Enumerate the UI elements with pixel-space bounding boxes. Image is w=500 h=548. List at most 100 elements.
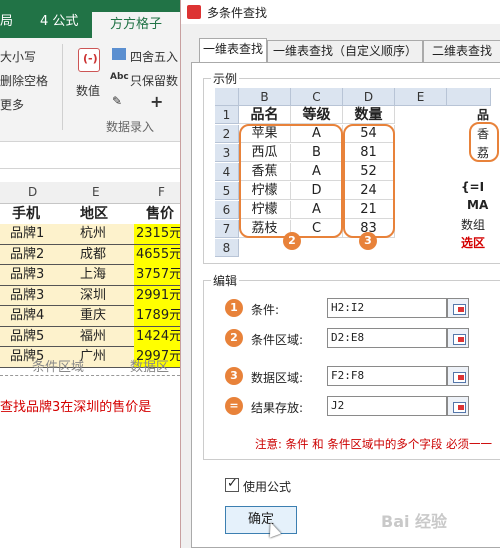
ribbon-tabs: 局 4 公式 方方格子	[0, 0, 180, 38]
grid-col-header: C	[291, 88, 343, 106]
title-bar[interactable]: 多条件查找	[181, 0, 500, 24]
dialog-title: 多条件查找	[207, 6, 268, 20]
sheet-row: 品牌3 上海 3757元	[0, 265, 180, 286]
field-label: 数据区域:	[251, 371, 304, 385]
clipped-example-text: 品	[477, 108, 490, 122]
multi-condition-lookup-dialog: 多条件查找 一维表查找 一维表查找（自定义顺序） 二维表查找 示例 BCDE12…	[180, 0, 500, 548]
tab-formulas[interactable]: 4 公式	[40, 10, 78, 29]
tab-1d-lookup-custom[interactable]: 一维表查找（自定义顺序）	[267, 40, 423, 62]
plus-icon[interactable]: +	[150, 92, 163, 111]
sheet-row: 品牌4 重庆 1789元	[0, 306, 180, 327]
cell-price[interactable]: 1424元	[134, 326, 180, 347]
data-area-highlight	[343, 124, 395, 238]
cell-phone[interactable]: 品牌2	[10, 245, 66, 265]
cell-region[interactable]: 杭州	[80, 224, 130, 244]
round-button[interactable]: 四舍五入	[130, 48, 178, 65]
grid-corner	[215, 88, 239, 106]
grid-header-cell: 品名	[239, 106, 291, 124]
field-label: 条件区域:	[251, 333, 304, 347]
grid-header-cell: 数量	[343, 106, 395, 124]
grid-header-cell: 等级	[291, 106, 343, 124]
range-picker-icon[interactable]	[447, 366, 469, 386]
range-input[interactable]: H2:I2	[327, 298, 447, 318]
footer-data-area: 数据区	[130, 360, 170, 375]
field-label: 结果存放:	[251, 401, 304, 415]
column-header-e[interactable]: E	[92, 185, 100, 199]
condition-area-highlight	[239, 124, 343, 238]
header-phone[interactable]: 手机	[12, 204, 40, 224]
column-header-f[interactable]: F	[158, 185, 165, 199]
footer-condition-area: 条件区域	[32, 360, 85, 375]
badge-2: 2	[283, 232, 301, 250]
case-button[interactable]: 大小写	[0, 48, 36, 65]
field-badge: 3	[225, 367, 243, 385]
sheet-header-row: 手机 地区 售价	[0, 204, 180, 225]
clipped-example-text: 荔	[477, 146, 490, 160]
tab-fangfang[interactable]: 方方格子	[92, 12, 180, 38]
grid-row-number: 2	[215, 125, 239, 143]
group-label-data-entry: 数据录入	[106, 120, 155, 134]
trim-space-button[interactable]: 删除空格	[0, 72, 48, 89]
tab-home[interactable]: 局	[0, 10, 13, 29]
ribbon-divider	[62, 44, 63, 130]
cell-phone[interactable]: 品牌3	[10, 286, 66, 306]
header-region[interactable]: 地区	[80, 204, 108, 224]
field-badge: =	[225, 397, 243, 415]
ok-button[interactable]: 确定	[225, 506, 297, 534]
range-picker-icon[interactable]	[447, 396, 469, 416]
grid-row-number: 6	[215, 201, 239, 219]
grid-col-header: B	[239, 88, 291, 106]
keep-number-button[interactable]: 只保留数	[130, 72, 178, 89]
field-badge: 1	[225, 299, 243, 317]
cell-price[interactable]: 1789元	[134, 306, 180, 326]
numeric-button[interactable]: 数值	[76, 82, 100, 99]
cell-region[interactable]: 重庆	[80, 306, 130, 326]
round-icon	[112, 48, 126, 60]
range-input[interactable]: F2:F8	[327, 366, 447, 386]
ribbon-body: 大小写 删除空格 更多 (-) 数值 四舍五入 Abc 只保留数 ✎ + 数据录…	[0, 38, 180, 142]
cell-phone[interactable]: 品牌3	[10, 265, 66, 285]
app-icon	[187, 5, 201, 19]
use-formula-checkbox[interactable]: ✓	[225, 476, 239, 492]
header-price[interactable]: 售价	[146, 204, 174, 224]
field-label: 条件:	[251, 303, 280, 317]
grid-row-number: 5	[215, 182, 239, 200]
badge-3: 3	[359, 232, 377, 250]
keep-number-icon: Abc	[110, 72, 129, 82]
range-input[interactable]: J2	[327, 396, 447, 416]
grid-row-number: 7	[215, 220, 239, 238]
cell-phone[interactable]: 品牌1	[10, 224, 66, 244]
sheet-row: 品牌5 福州 1424元	[0, 326, 180, 347]
cell-price[interactable]: 4655元	[134, 244, 180, 265]
tab-1d-lookup[interactable]: 一维表查找	[199, 38, 267, 62]
more-button[interactable]: 更多	[0, 96, 24, 113]
sheet-footer-row: 条件区域 数据区	[0, 354, 180, 376]
edit-icon[interactable]: ✎	[112, 94, 122, 108]
grid-row-number: 8	[215, 239, 239, 257]
note-text: 注意: 条件 和 条件区域中的多个字段 必须一一	[255, 437, 492, 451]
range-input[interactable]: D2:E8	[327, 328, 447, 348]
cell-region[interactable]: 成都	[80, 245, 130, 265]
range-picker-icon[interactable]	[447, 298, 469, 318]
example-group-title: 示例	[211, 70, 240, 87]
range-picker-icon[interactable]	[447, 328, 469, 348]
cell-phone[interactable]: 品牌4	[10, 306, 66, 326]
cell-price[interactable]: 3757元	[134, 265, 180, 285]
formula-bar[interactable]	[0, 143, 180, 169]
check-icon: ✓	[227, 476, 238, 491]
grid-row-number: 4	[215, 163, 239, 181]
tab-2d-lookup[interactable]: 二维表查找	[423, 40, 500, 62]
sheet-row: 品牌3 深圳 2991元	[0, 285, 180, 306]
field-badge: 2	[225, 329, 243, 347]
sheet-row: 品牌2 成都 4655元	[0, 244, 180, 265]
cell-price[interactable]: 2315元	[134, 224, 180, 244]
cell-price[interactable]: 2991元	[134, 285, 180, 306]
cell-region[interactable]: 上海	[80, 265, 130, 285]
cell-region[interactable]: 深圳	[80, 286, 130, 306]
column-header-d[interactable]: D	[28, 185, 37, 199]
use-formula-label[interactable]: 使用公式	[243, 478, 291, 495]
example-grid: B C D E 1 2 3 4 5 6 7 8 品名 等级 数量 苹果 A 54 西瓜 B 81 香蕉 A 52 柠檬 D 24 柠檬…	[215, 88, 499, 260]
cell-phone[interactable]: 品牌5	[10, 327, 66, 347]
cell-region[interactable]: 福州	[80, 327, 130, 347]
clipped-example-text: 选区	[461, 236, 486, 250]
